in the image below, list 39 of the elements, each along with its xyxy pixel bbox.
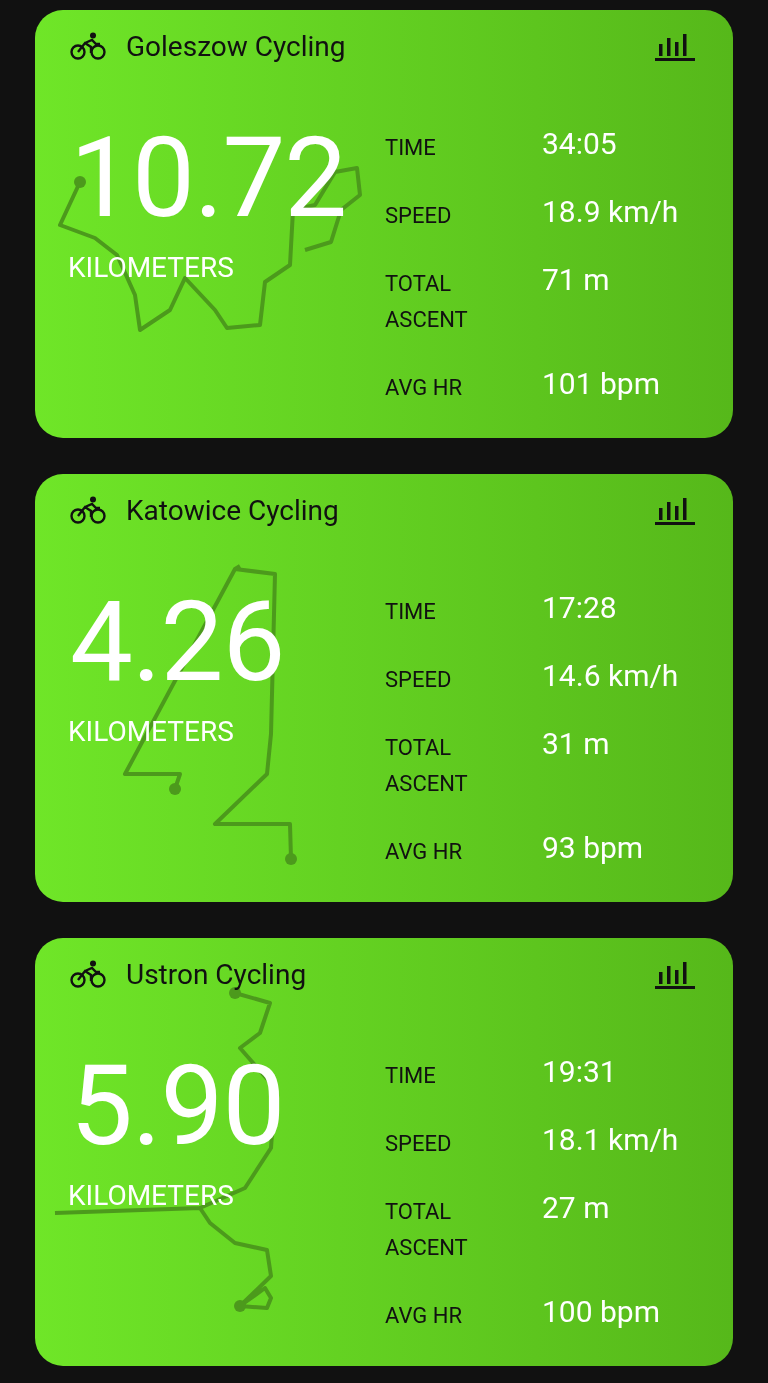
stat-value: 27 m: [542, 1190, 611, 1227]
distance-value: 4.26: [70, 587, 285, 697]
distance-value: 10.72: [70, 123, 347, 233]
bicycle-icon: [70, 960, 106, 988]
stat-label: AVG HR: [385, 1302, 463, 1330]
bicycle-icon: [70, 496, 106, 524]
stat-value: 100 bpm: [542, 1294, 662, 1331]
stat-label: TOTAL ASCENT: [385, 270, 469, 334]
stat-value: 18.9 km/h: [542, 194, 679, 231]
stat-value: 14.6 km/h: [542, 658, 679, 695]
distance-value: 5.90: [70, 1051, 285, 1161]
stat-value: 18.1 km/h: [542, 1122, 679, 1159]
stat-value: 34:05: [542, 126, 618, 163]
stat-label: SPEED: [385, 1130, 453, 1158]
stat-label: AVG HR: [385, 374, 463, 402]
stat-label: TIME: [385, 134, 437, 162]
stat-value: 71 m: [542, 262, 611, 299]
stat-value: 17:28: [542, 590, 618, 627]
stat-value: 101 bpm: [542, 366, 662, 403]
stat-value: 31 m: [542, 726, 611, 763]
stat-label: TOTAL ASCENT: [385, 734, 469, 798]
distance-unit: KILOMETERS: [68, 715, 234, 749]
distance-unit: KILOMETERS: [68, 251, 234, 285]
activity-title: Katowice Cycling: [126, 493, 340, 527]
activity-card[interactable]: Goleszow Cycling 10.72 KILOMETERS TIME 34:05 SPEED 18.9 km/h TOTAL ASCENT 71 m AVG HR 101 bpm: [35, 10, 733, 438]
stat-label: TOTAL ASCENT: [385, 1198, 469, 1262]
distance-unit: KILOMETERS: [68, 1179, 234, 1213]
bicycle-icon: [70, 32, 106, 60]
stat-label: TIME: [385, 1062, 437, 1090]
stat-label: SPEED: [385, 666, 453, 694]
stat-label: AVG HR: [385, 838, 463, 866]
activity-title: Ustron Cycling: [126, 957, 308, 991]
activity-title: Goleszow Cycling: [126, 29, 347, 63]
stat-label: TIME: [385, 598, 437, 626]
activity-card[interactable]: Ustron Cycling 5.90 KILOMETERS TIME 19:31 SPEED 18.1 km/h TOTAL ASCENT 27 m AVG HR 100 bpm: [35, 938, 733, 1366]
stat-value: 19:31: [542, 1054, 618, 1091]
stat-label: SPEED: [385, 202, 453, 230]
activity-card[interactable]: Katowice Cycling 4.26 KILOMETERS TIME 17:28 SPEED 14.6 km/h TOTAL ASCENT 31 m AVG HR 93 bpm: [35, 474, 733, 902]
stat-value: 93 bpm: [542, 830, 645, 867]
